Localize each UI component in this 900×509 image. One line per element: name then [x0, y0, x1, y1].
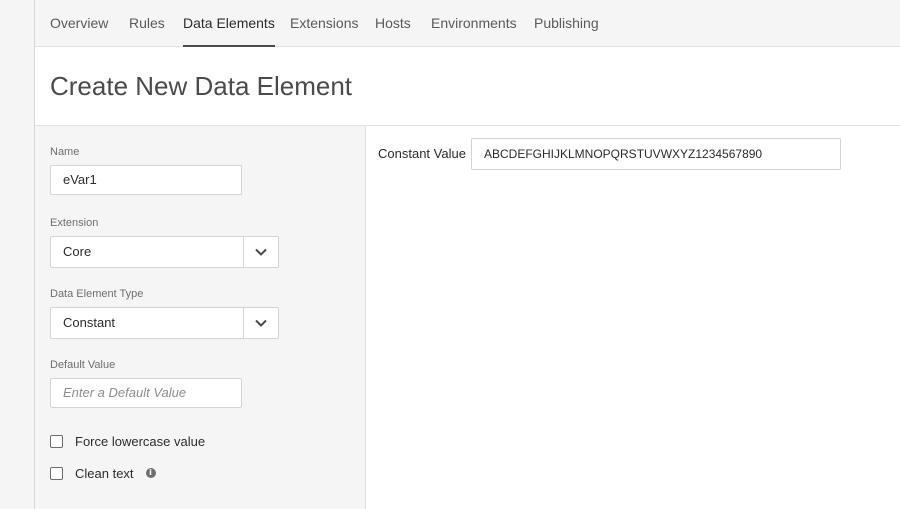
default-value-label: Default Value	[50, 359, 116, 371]
clean-text-label[interactable]: Clean text	[75, 466, 134, 481]
name-label: Name	[50, 146, 80, 158]
tab-hosts[interactable]: Hosts	[375, 0, 411, 46]
tab-overview[interactable]: Overview	[50, 0, 108, 46]
force-lowercase-row: Force lowercase value	[50, 431, 205, 451]
data-element-type-dropdown-button[interactable]	[243, 307, 279, 339]
extension-select-value: Core	[63, 244, 92, 259]
tab-publishing[interactable]: Publishing	[534, 0, 599, 46]
title-bar: Create New Data Element	[35, 47, 900, 126]
tab-data-elements[interactable]: Data Elements	[183, 0, 275, 47]
clean-text-row: Clean text i	[50, 463, 156, 483]
constant-value-label: Constant Value	[378, 146, 466, 161]
info-icon[interactable]: i	[145, 468, 156, 478]
top-nav: Overview Rules Data Elements Extensions …	[35, 0, 900, 47]
extension-label: Extension	[50, 217, 99, 229]
data-element-type-label: Data Element Type	[50, 288, 144, 300]
data-element-type-value: Constant	[63, 315, 116, 330]
name-input[interactable]: eVar1	[50, 165, 242, 195]
chevron-down-icon	[255, 248, 267, 256]
force-lowercase-checkbox[interactable]	[50, 434, 63, 448]
extension-dropdown-button[interactable]	[243, 236, 279, 268]
settings-panel: Constant Value ABCDEFGHIJKLMNOPQRSTUVWXY…	[366, 126, 900, 509]
tab-extensions[interactable]: Extensions	[290, 0, 358, 46]
data-element-type-select[interactable]: Constant	[50, 307, 279, 339]
constant-value-input[interactable]: ABCDEFGHIJKLMNOPQRSTUVWXYZ1234567890	[471, 138, 841, 170]
default-value-input[interactable]: Enter a Default Value	[50, 378, 242, 408]
left-rail	[0, 0, 35, 509]
tab-environments[interactable]: Environments	[431, 0, 517, 46]
chevron-down-icon	[255, 319, 267, 327]
page-title: Create New Data Element	[50, 71, 353, 101]
clean-text-checkbox[interactable]	[50, 466, 63, 480]
tab-rules[interactable]: Rules	[129, 0, 165, 46]
force-lowercase-label[interactable]: Force lowercase value	[75, 434, 205, 449]
extension-select[interactable]: Core	[50, 236, 279, 268]
data-element-form: Name eVar1 Extension Core Data Element T…	[35, 126, 366, 509]
